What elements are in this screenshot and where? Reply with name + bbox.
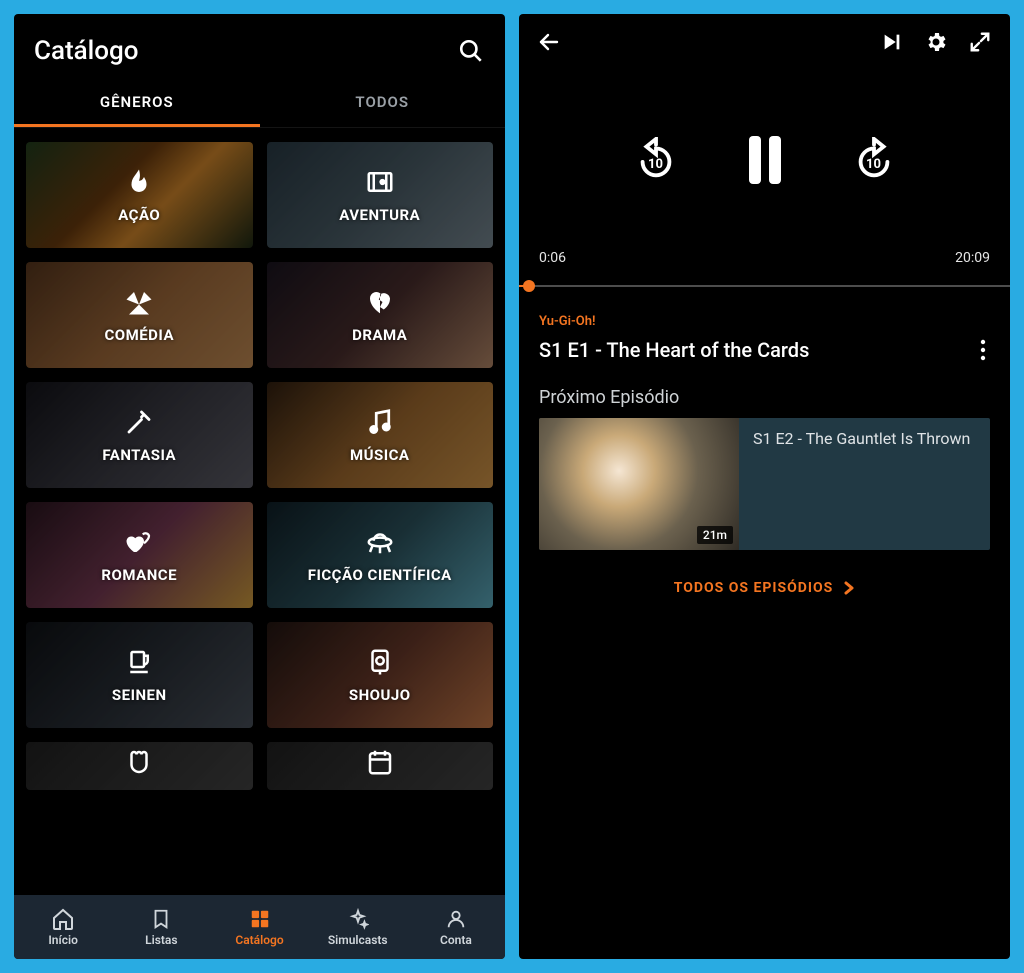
all-episodes-label: TODOS OS EPISÓDIOS bbox=[674, 580, 833, 596]
genre-tile-aventura[interactable]: AVENTURA bbox=[267, 142, 494, 248]
flame-icon bbox=[123, 166, 155, 198]
back-button[interactable] bbox=[535, 28, 563, 56]
seek-bar[interactable] bbox=[519, 276, 1010, 296]
gear-icon bbox=[924, 30, 948, 54]
music-icon bbox=[364, 406, 396, 438]
next-episode-heading: Próximo Episódio bbox=[519, 365, 1010, 418]
forward-seconds-label: 10 bbox=[851, 137, 897, 183]
genre-label: AÇÃO bbox=[118, 206, 160, 224]
settings-button[interactable] bbox=[922, 28, 950, 56]
sword-icon bbox=[123, 406, 155, 438]
flower-icon bbox=[364, 646, 396, 678]
ufo-icon bbox=[364, 526, 396, 558]
fan-icon bbox=[123, 286, 155, 318]
nav-label: Conta bbox=[440, 933, 472, 947]
home-icon bbox=[51, 907, 75, 931]
rewind-10-button[interactable]: 10 bbox=[633, 137, 679, 183]
genre-label: FANTASIA bbox=[102, 446, 176, 464]
catalog-tabs: GÊNEROS TODOS bbox=[14, 76, 505, 128]
episode-more-button[interactable] bbox=[976, 335, 990, 365]
chevron-right-icon bbox=[843, 581, 855, 595]
nav-item-conta[interactable]: Conta bbox=[407, 895, 505, 959]
episode-title: S1 E1 - The Heart of the Cards bbox=[539, 338, 809, 362]
duration-badge: 21m bbox=[697, 526, 733, 544]
genre-tile-a-o[interactable]: AÇÃO bbox=[26, 142, 253, 248]
seek-thumb[interactable] bbox=[523, 280, 535, 292]
skip-next-icon bbox=[881, 31, 903, 53]
all-episodes-button[interactable]: TODOS OS EPISÓDIOS bbox=[519, 580, 1010, 596]
catalog-screen: Catálogo GÊNEROS TODOS AÇÃO AVENTURA COMÉD… bbox=[14, 14, 505, 959]
fist-icon bbox=[123, 746, 155, 778]
genre-tile-m-sica[interactable]: MÚSICA bbox=[267, 382, 494, 488]
genre-tile-overflow[interactable] bbox=[267, 742, 494, 790]
genre-label: ROMANCE bbox=[101, 566, 177, 584]
genre-tile-seinen[interactable]: SEINEN bbox=[26, 622, 253, 728]
fullscreen-icon bbox=[969, 31, 991, 53]
nav-label: Listas bbox=[145, 933, 177, 947]
skip-next-button[interactable] bbox=[878, 28, 906, 56]
nav-label: Simulcasts bbox=[328, 933, 388, 947]
nav-item-início[interactable]: Início bbox=[14, 895, 112, 959]
nav-item-listas[interactable]: Listas bbox=[112, 895, 210, 959]
tab-all[interactable]: TODOS bbox=[260, 76, 506, 127]
player-controls: 10 10 bbox=[519, 70, 1010, 250]
tab-genres[interactable]: GÊNEROS bbox=[14, 76, 260, 127]
genre-label: AVENTURA bbox=[339, 206, 420, 224]
time-row: 0:06 20:09 bbox=[519, 250, 1010, 266]
bottom-nav: Início Listas Catálogo Simulcasts Conta bbox=[14, 895, 505, 959]
player-topbar bbox=[519, 14, 1010, 70]
next-episode-thumbnail: 21m bbox=[539, 418, 739, 550]
genre-tile-shoujo[interactable]: SHOUJO bbox=[267, 622, 494, 728]
map-icon bbox=[364, 166, 396, 198]
next-episode-title: S1 E2 - The Gauntlet Is Thrown bbox=[739, 418, 984, 550]
more-vert-icon bbox=[980, 339, 986, 361]
nav-item-catálogo[interactable]: Catálogo bbox=[210, 895, 308, 959]
play-pause-button[interactable] bbox=[749, 136, 781, 184]
genre-label: SHOUJO bbox=[349, 686, 411, 704]
seek-track bbox=[519, 285, 1010, 287]
page-title: Catálogo bbox=[34, 36, 139, 66]
heartbreak-icon bbox=[364, 286, 396, 318]
sparkle-icon bbox=[346, 907, 370, 931]
calendar-icon bbox=[364, 746, 396, 778]
account-icon bbox=[444, 907, 468, 931]
genre-tile-drama[interactable]: DRAMA bbox=[267, 262, 494, 368]
genre-label: SEINEN bbox=[112, 686, 167, 704]
hearts-icon bbox=[123, 526, 155, 558]
rewind-seconds-label: 10 bbox=[633, 137, 679, 183]
forward-10-button[interactable]: 10 bbox=[851, 137, 897, 183]
search-icon bbox=[458, 38, 484, 64]
arrow-left-icon bbox=[537, 30, 561, 54]
search-button[interactable] bbox=[457, 37, 485, 65]
genre-tile-overflow[interactable] bbox=[26, 742, 253, 790]
genre-tile-romance[interactable]: ROMANCE bbox=[26, 502, 253, 608]
genre-label: COMÉDIA bbox=[104, 326, 174, 344]
genre-tile-fantasia[interactable]: FANTASIA bbox=[26, 382, 253, 488]
nav-label: Catálogo bbox=[235, 933, 283, 947]
grid-icon bbox=[248, 907, 272, 931]
genre-tile-fic-o-cient-fica[interactable]: FICÇÃO CIENTÍFICA bbox=[267, 502, 494, 608]
time-current: 0:06 bbox=[539, 250, 566, 266]
player-screen: 10 10 0:06 20:09 Yu-Gi-Oh! S1 E1 - The H… bbox=[519, 14, 1010, 959]
genre-label: FICÇÃO CIENTÍFICA bbox=[308, 566, 452, 584]
cup-icon bbox=[123, 646, 155, 678]
episode-meta: Yu-Gi-Oh! S1 E1 - The Heart of the Cards bbox=[519, 296, 1010, 365]
genre-grid[interactable]: AÇÃO AVENTURA COMÉDIA DRAMA FANTASIA MÚSICA RO… bbox=[14, 128, 505, 895]
nav-label: Início bbox=[48, 933, 78, 947]
genre-label: DRAMA bbox=[352, 326, 407, 344]
fullscreen-button[interactable] bbox=[966, 28, 994, 56]
nav-item-simulcasts[interactable]: Simulcasts bbox=[309, 895, 407, 959]
bookmark-icon bbox=[149, 907, 173, 931]
genre-tile-com-dia[interactable]: COMÉDIA bbox=[26, 262, 253, 368]
time-total: 20:09 bbox=[955, 250, 990, 266]
pause-icon bbox=[749, 136, 761, 184]
series-name[interactable]: Yu-Gi-Oh! bbox=[539, 314, 990, 329]
genre-label: MÚSICA bbox=[350, 446, 410, 464]
next-episode-card[interactable]: 21m S1 E2 - The Gauntlet Is Thrown bbox=[539, 418, 990, 550]
catalog-header: Catálogo bbox=[14, 14, 505, 76]
pause-icon bbox=[769, 136, 781, 184]
